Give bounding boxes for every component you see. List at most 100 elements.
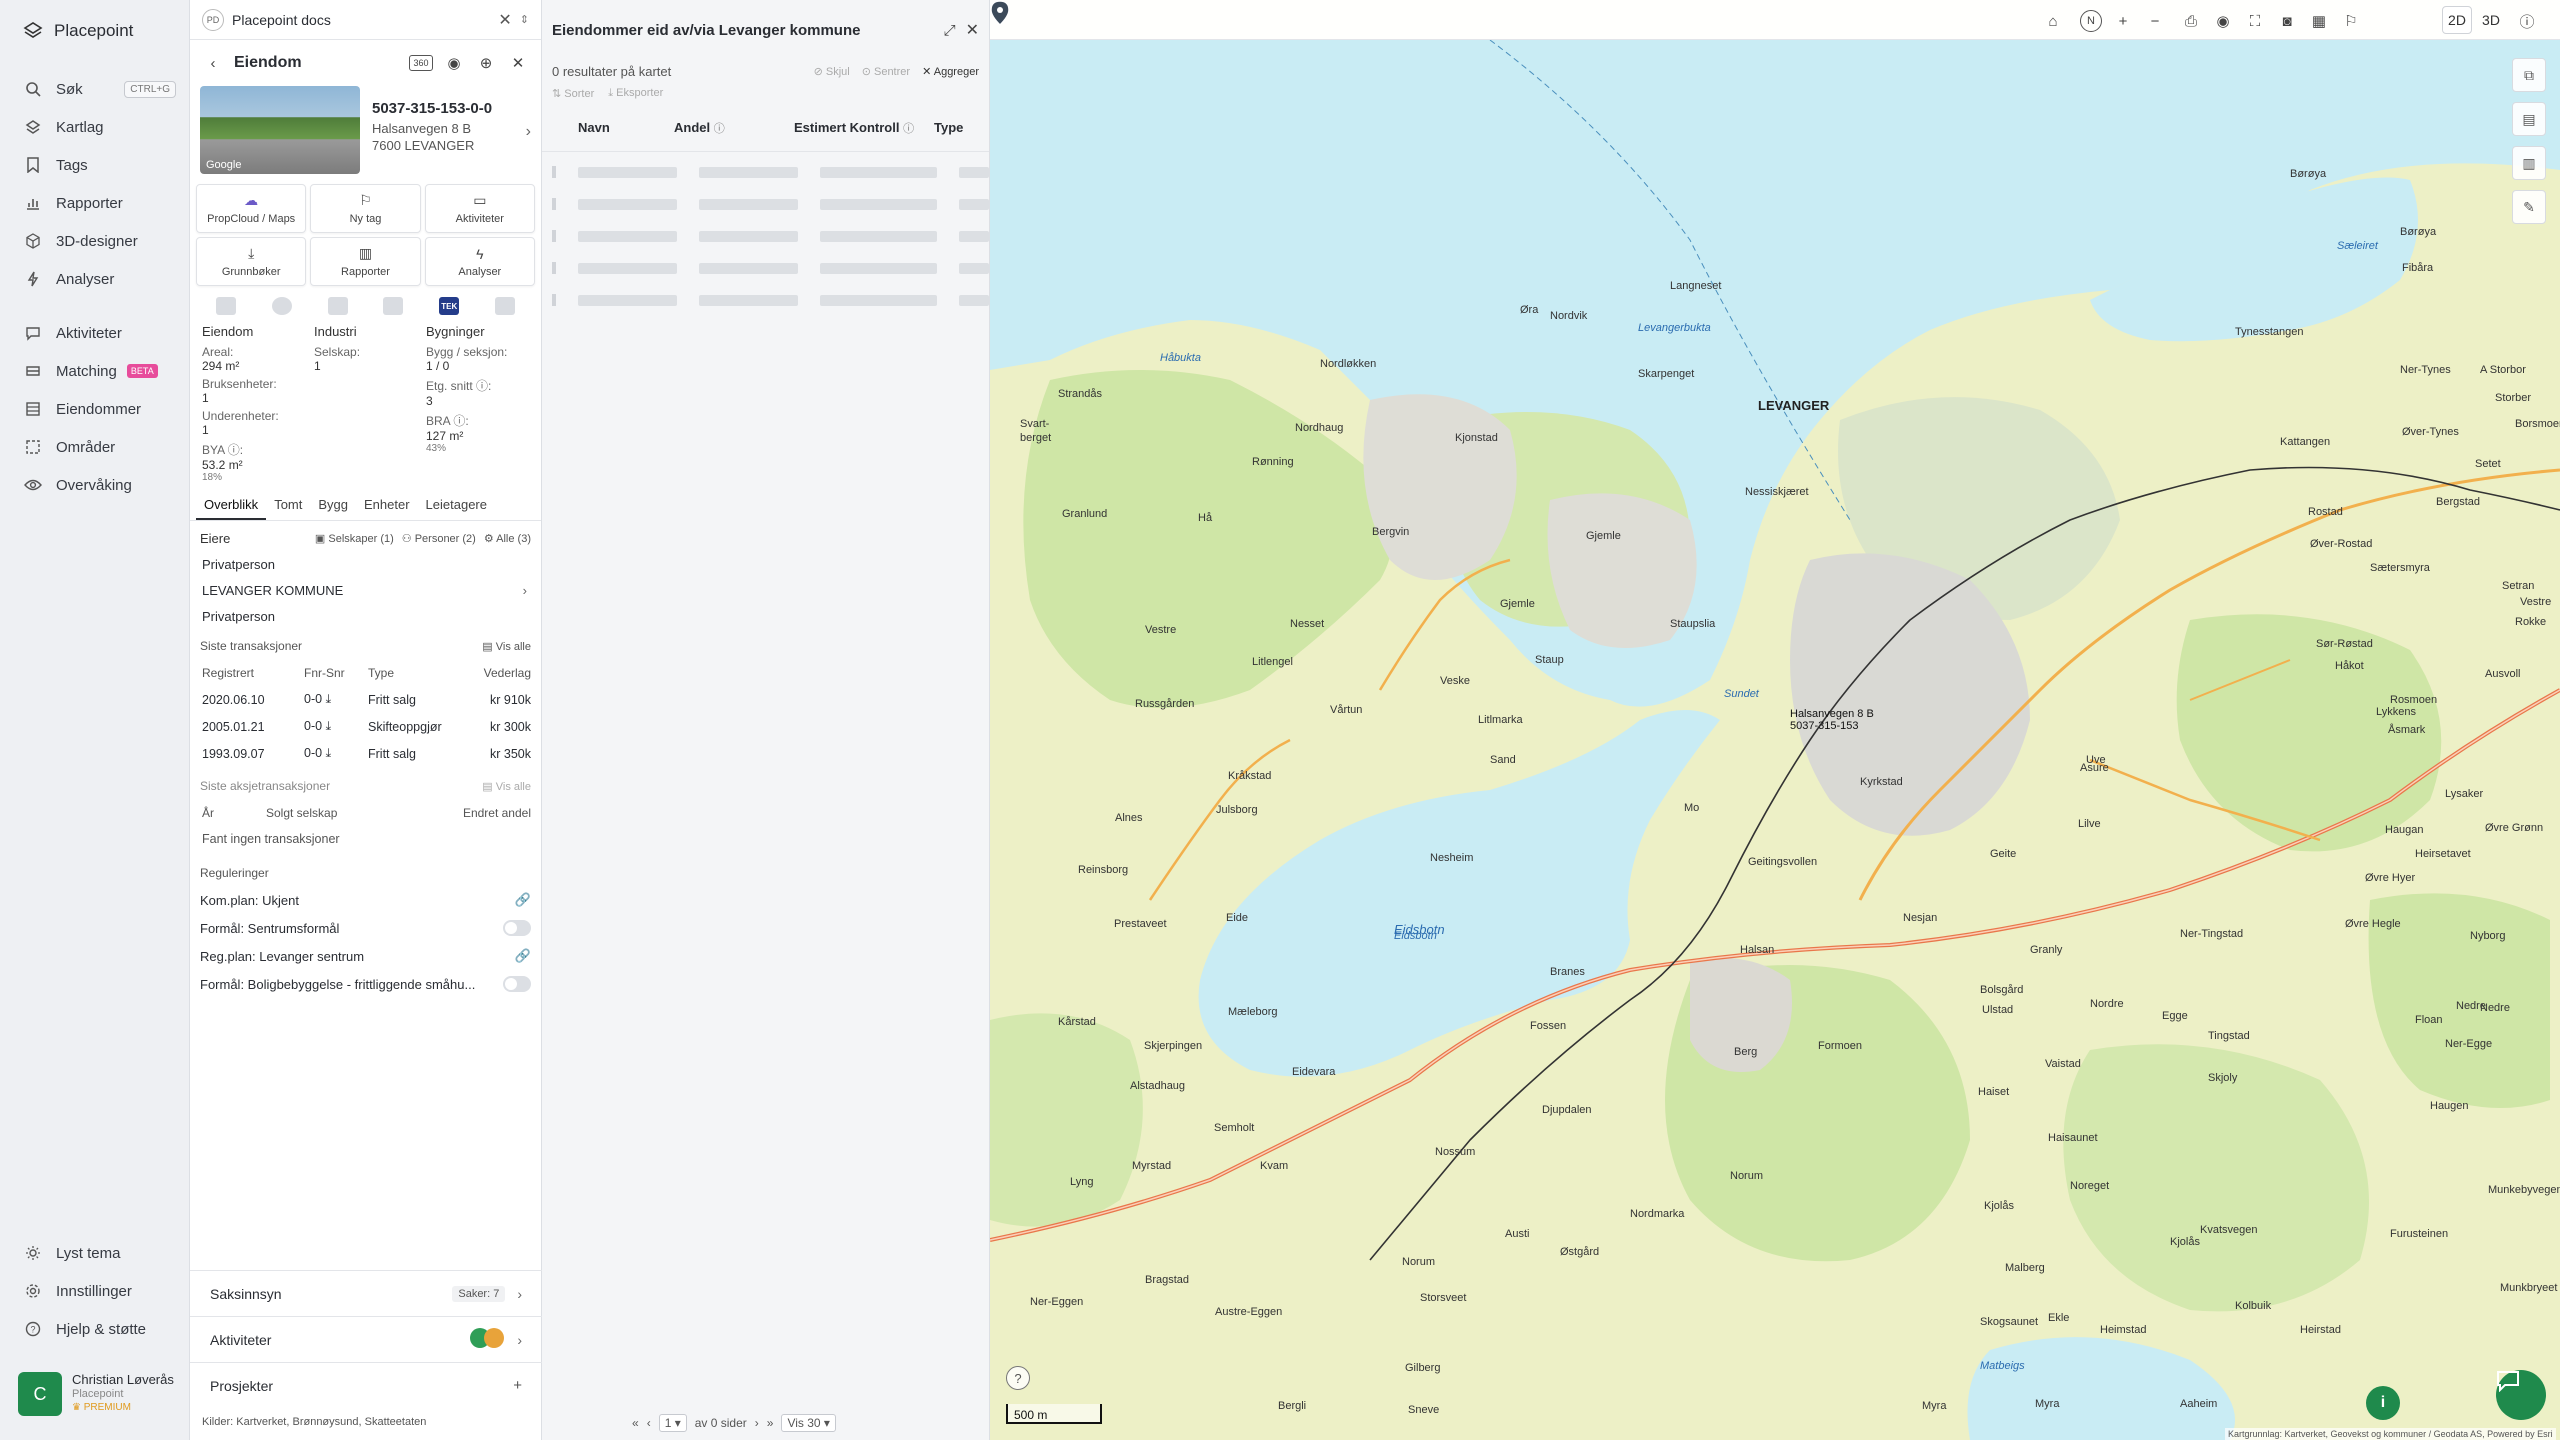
sort-button[interactable]: ⇅ Sorter	[552, 87, 594, 100]
filter-all[interactable]: ⚙ Alle (3)	[484, 532, 531, 545]
table-row[interactable]: 2020.06.10 0-0 ⤓ Fritt salg kr 910k	[200, 686, 531, 713]
chevron-updown-icon[interactable]: ⇕	[520, 13, 529, 26]
north-compass-icon[interactable]: N	[2080, 10, 2102, 32]
nav-item-matching[interactable]: Matching BETA	[0, 352, 190, 390]
nav-item-analyser[interactable]: Analyser	[0, 260, 190, 298]
link-icon[interactable]: 🔗	[515, 948, 531, 964]
nav-item-tags[interactable]: Tags	[0, 146, 190, 184]
column-header[interactable]: Estimert Kontroll ⓘ	[794, 120, 934, 136]
tab-tomt[interactable]: Tomt	[266, 493, 310, 520]
column-header[interactable]: Type	[934, 120, 994, 135]
center-button[interactable]: ⊙ Sentrer	[862, 65, 910, 78]
reports-button[interactable]: ▥ Rapporter	[310, 237, 421, 286]
prev-page-icon[interactable]: ‹	[647, 1416, 651, 1430]
aggregate-button[interactable]: ✕ Aggreger	[922, 65, 979, 78]
filter-persons[interactable]: ⚇ Personer (2)	[402, 532, 476, 545]
back-icon[interactable]: ‹	[202, 52, 224, 74]
table-row[interactable]: 2005.01.21 0-0 ⤓ Skifteoppgjør kr 300k	[200, 713, 531, 740]
map-pin-icon[interactable]	[990, 0, 1010, 26]
property-card[interactable]: Google 5037-315-153-0-0 Halsanvegen 8 B …	[190, 86, 541, 178]
tab-overblikk[interactable]: Overblikk	[196, 493, 267, 520]
nav-item-search[interactable]: Søk CTRL+G	[0, 70, 190, 108]
accordion-saksinnsyn[interactable]: Saksinnsyn Saker: 7 ›	[190, 1270, 542, 1316]
next-page-icon[interactable]: ›	[755, 1416, 759, 1430]
measure-tool-icon[interactable]: ▤	[2512, 102, 2546, 136]
add-circle-icon[interactable]: ⊕	[475, 52, 497, 74]
tek-icon[interactable]: TEK	[439, 297, 460, 315]
regulation-toggle[interactable]	[503, 920, 531, 936]
map-canvas[interactable]	[990, 0, 2560, 1440]
3d-buildings-icon[interactable]: ⌂	[2042, 10, 2064, 32]
last-page-icon[interactable]: »	[767, 1416, 774, 1430]
owner-row[interactable]: LEVANGER KOMMUNE ›	[200, 577, 531, 603]
close-icon[interactable]: ✕	[507, 52, 529, 74]
camera-icon[interactable]: ◙	[2276, 10, 2298, 32]
new-tag-button[interactable]: ⚐ Ny tag	[310, 184, 421, 233]
plus-icon[interactable]: +	[513, 1377, 522, 1394]
chevron-right-icon[interactable]: ›	[526, 123, 531, 141]
street-view-360-icon[interactable]: 360	[409, 55, 433, 71]
link-icon[interactable]: 🔗	[515, 892, 531, 908]
home-icon[interactable]	[495, 297, 516, 315]
draw-tool-icon[interactable]: ✎	[2512, 190, 2546, 224]
workspace-title[interactable]: Placepoint docs	[232, 12, 490, 28]
nav-item-overvaking[interactable]: Overvåking	[0, 466, 190, 504]
nav-item-rapporter[interactable]: Rapporter	[0, 184, 190, 222]
analyses-button[interactable]: ϟ Analyser	[424, 237, 535, 286]
first-page-icon[interactable]: «	[632, 1416, 639, 1430]
chart-tool-icon[interactable]: ▥	[2512, 146, 2546, 180]
download-icon[interactable]: ⤓	[326, 746, 332, 760]
nav-item-3d-designer[interactable]: 3D-designer	[0, 222, 190, 260]
zoom-in-icon[interactable]: +	[2112, 10, 2134, 32]
nav-item-kartlag[interactable]: Kartlag	[0, 108, 190, 146]
activities-button[interactable]: ▭ Aktiviteter	[424, 184, 535, 233]
table-row[interactable]: 1993.09.07 0-0 ⤓ Fritt salg kr 350k	[200, 740, 531, 767]
matrikkel-icon[interactable]	[215, 297, 236, 315]
farm-icon[interactable]	[327, 297, 348, 315]
nav-item-eiendommer[interactable]: Eiendommer	[0, 390, 190, 428]
nav-item-lyst-tema[interactable]: Lyst tema	[0, 1234, 190, 1272]
view-all-link[interactable]: ▤ Vis alle	[482, 640, 531, 653]
tab-bygg[interactable]: Bygg	[310, 493, 356, 520]
grid-icon[interactable]: ▦	[2308, 10, 2330, 32]
close-icon[interactable]: ✕	[498, 10, 511, 30]
zoom-out-icon[interactable]: −	[2144, 10, 2166, 32]
mode-2d-button[interactable]: 2D	[2442, 6, 2472, 34]
brand[interactable]: Placepoint	[22, 20, 133, 42]
bookmark-icon[interactable]: ⚐	[2340, 10, 2362, 32]
download-icon[interactable]: ⤓	[326, 692, 332, 706]
globe-icon[interactable]	[271, 297, 292, 315]
accordion-aktiviteter[interactable]: Aktiviteter ›	[190, 1316, 542, 1362]
hide-button[interactable]: ⊘ Skjul	[814, 65, 850, 78]
support-chat-button[interactable]	[2496, 1370, 2546, 1420]
map-help-button[interactable]: ?	[1006, 1366, 1030, 1390]
tab-enheter[interactable]: Enheter	[356, 493, 418, 520]
page-size-select[interactable]: Vis 30 ▾	[781, 1414, 836, 1432]
expand-icon[interactable]: ⤢	[944, 22, 956, 39]
export-button[interactable]: ⤓ Eksporter	[608, 87, 663, 100]
eye-icon[interactable]: ◉	[443, 52, 465, 74]
info-button[interactable]: i	[2366, 1386, 2400, 1420]
propcloud-button[interactable]: ☁ PropCloud / Maps	[196, 184, 307, 233]
layers-tool-icon[interactable]: ⧉	[2512, 58, 2546, 92]
eye-icon[interactable]: ◉	[2212, 10, 2234, 32]
view-all-link[interactable]: ▤ Vis alle	[482, 780, 531, 793]
print-icon[interactable]: ⎙	[2180, 10, 2202, 32]
stats-icon[interactable]	[383, 297, 404, 315]
column-header[interactable]: Navn	[578, 120, 674, 135]
column-header[interactable]: Andel ⓘ	[674, 120, 794, 136]
nav-item-hjelp[interactable]: ? Hjelp & støtte	[0, 1310, 190, 1348]
map-view[interactable]: ⌂ N + − ⎙ ◉ ⛶ ◙ ▦ ⚐ 2D 3D ⓘ ⧉ ▤ ▥ ✎ Nord…	[990, 0, 2560, 1440]
tab-leietagere[interactable]: Leietagere	[418, 493, 495, 520]
street-view-thumbnail[interactable]: Google	[200, 86, 360, 174]
user-profile[interactable]: C Christian Løverås Placepoint ♛ PREMIUM	[18, 1372, 174, 1416]
mode-3d-button[interactable]: 3D	[2476, 6, 2506, 34]
nav-item-innstillinger[interactable]: Innstillinger	[0, 1272, 190, 1310]
nav-item-omrader[interactable]: Områder	[0, 428, 190, 466]
grunnboker-button[interactable]: ⤓ Grunnbøker	[196, 237, 307, 286]
accordion-prosjekter[interactable]: Prosjekter +	[190, 1362, 542, 1408]
fullscreen-icon[interactable]: ⛶	[2244, 10, 2266, 32]
filter-companies[interactable]: ▣ Selskaper (1)	[315, 532, 394, 545]
download-icon[interactable]: ⤓	[326, 719, 332, 733]
nav-item-aktiviteter[interactable]: Aktiviteter	[0, 314, 190, 352]
